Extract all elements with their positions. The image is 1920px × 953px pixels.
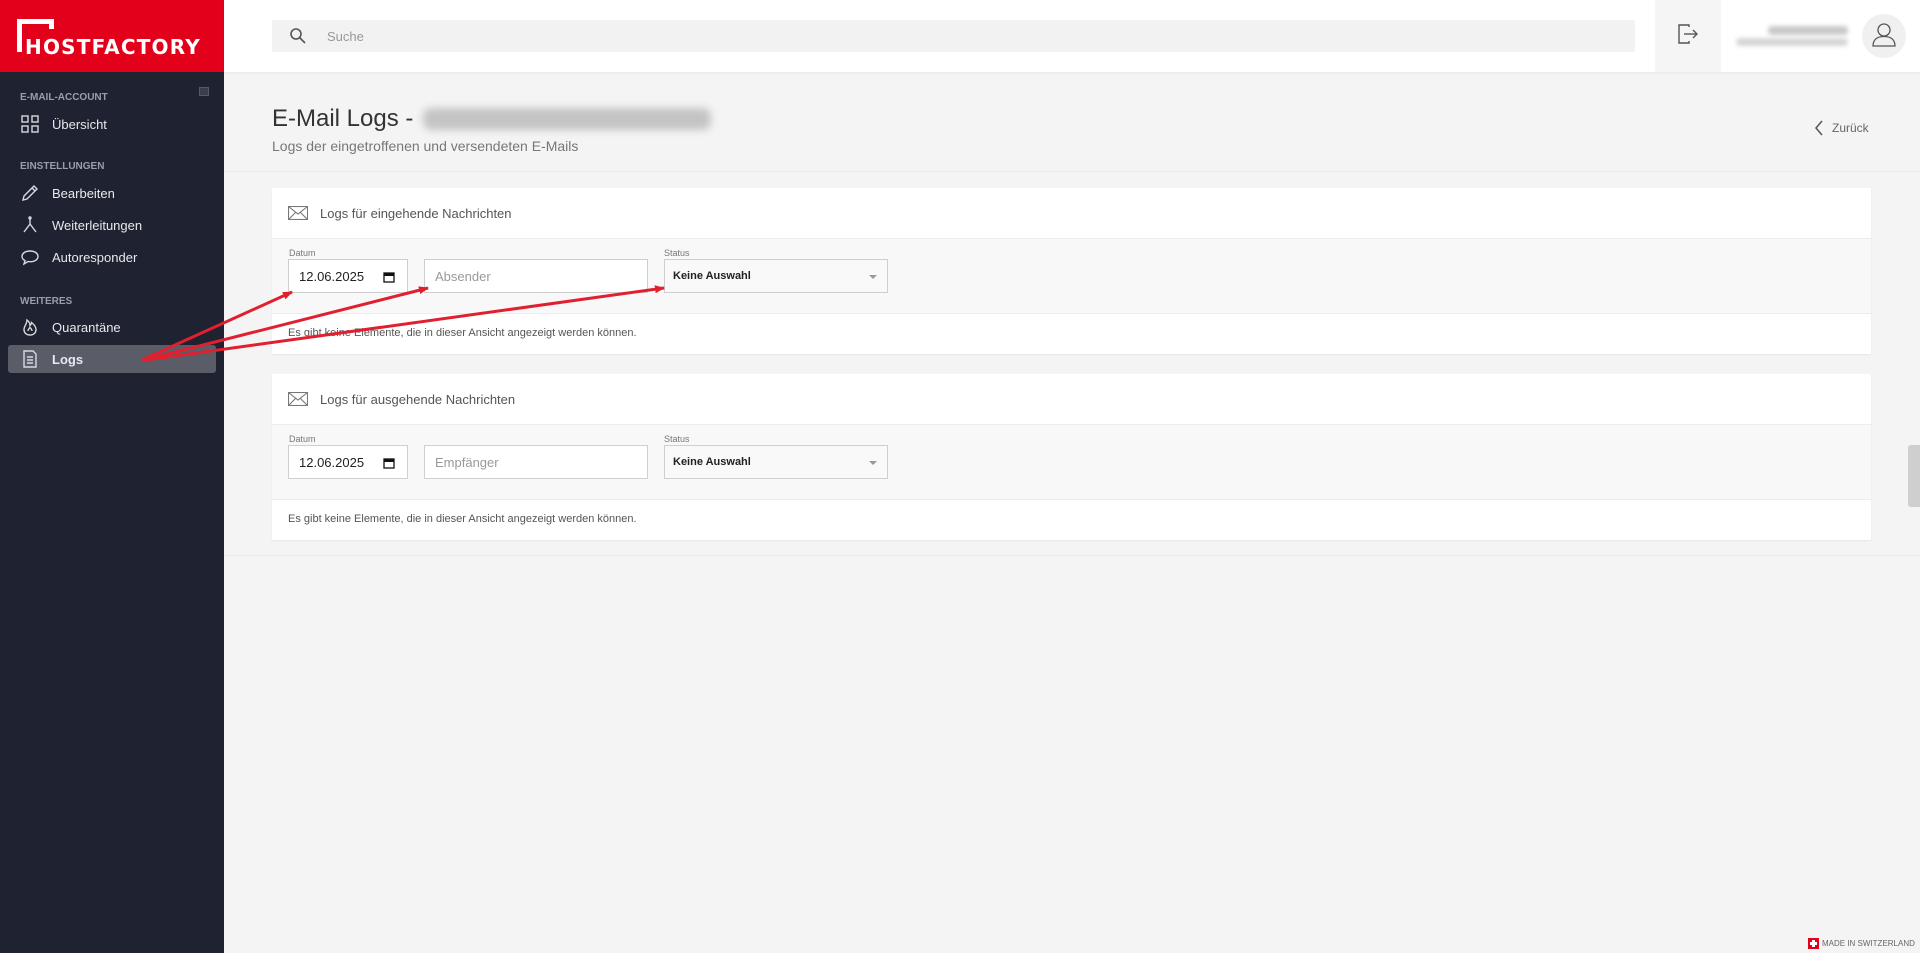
- back-link[interactable]: Zurück: [1814, 120, 1869, 136]
- sidebar-item-label: Autoresponder: [52, 249, 138, 265]
- sidebar-item-label: Bearbeiten: [52, 185, 115, 201]
- panel-title: Logs für ausgehende Nachrichten: [320, 391, 516, 407]
- date-value: 12.06.2025: [299, 268, 365, 284]
- date-label: Datum: [289, 434, 316, 444]
- feedback-tab[interactable]: [1908, 445, 1920, 507]
- status-value: Keine Auswahl: [673, 270, 751, 282]
- page-title-text: E-Mail Logs -: [272, 105, 414, 132]
- user-name-redacted: [1768, 26, 1848, 35]
- panel-title: Logs für eingehende Nachrichten: [320, 205, 512, 221]
- sidebar-collapse-icon[interactable]: [199, 87, 209, 96]
- made-in-switzerland: MADE IN SWITZERLAND: [1808, 938, 1915, 949]
- sidebar-item-label: Quarantäne: [52, 319, 121, 335]
- sidebar: HOSTFACTORY E-MAIL-ACCOUNT Übersicht EIN…: [0, 0, 224, 953]
- status-label: Status: [664, 248, 690, 258]
- logout-button[interactable]: [1655, 0, 1721, 72]
- hostfactory-logo[interactable]: HOSTFACTORY: [0, 0, 224, 72]
- grid-icon: [20, 114, 40, 134]
- sidebar-item-label: Logs: [52, 351, 84, 367]
- sidebar-item-quarantaene[interactable]: Quarantäne: [8, 313, 216, 341]
- incoming-logs-panel: Logs für eingehende Nachrichten Datum 12…: [272, 188, 1871, 354]
- panel-header: Logs für ausgehende Nachrichten: [272, 374, 1871, 425]
- filter-bar: Datum 12.06.2025 Status Keine Auswahl: [272, 425, 1871, 500]
- speech-bubble-icon: [20, 247, 40, 267]
- made-in-label: MADE IN SWITZERLAND: [1822, 939, 1915, 948]
- sidebar-item-bearbeiten[interactable]: Bearbeiten: [8, 179, 216, 207]
- sidebar-item-label: Weiterleitungen: [52, 217, 143, 233]
- topbar: [224, 0, 1920, 72]
- logo-text: HOSTFACTORY: [25, 35, 201, 59]
- sidebar-item-weiterleitungen[interactable]: Weiterleitungen: [8, 211, 216, 239]
- document-icon: [20, 349, 40, 369]
- sidebar-item-logs[interactable]: Logs: [8, 345, 216, 373]
- section-weiteres: WEITERES: [20, 296, 73, 307]
- envelope-icon: [288, 206, 308, 220]
- section-email-account: E-MAIL-ACCOUNT: [20, 92, 108, 103]
- sidebar-item-autoresponder[interactable]: Autoresponder: [8, 243, 216, 271]
- empty-message: Es gibt keine Elemente, die in dieser An…: [288, 513, 637, 525]
- calendar-icon[interactable]: [383, 457, 395, 472]
- status-label: Status: [664, 434, 690, 444]
- divider: [224, 555, 1920, 556]
- swiss-flag-icon: [1808, 938, 1819, 949]
- avatar[interactable]: [1862, 14, 1906, 58]
- date-picker[interactable]: 12.06.2025: [288, 445, 408, 479]
- date-value: 12.06.2025: [299, 454, 365, 470]
- flame-icon: [20, 317, 40, 337]
- search-input[interactable]: [327, 28, 1527, 44]
- filter-bar: Datum 12.06.2025 Status Keine Auswahl: [272, 239, 1871, 314]
- user-email-redacted: [1736, 38, 1848, 46]
- back-label: Zurück: [1832, 121, 1869, 135]
- status-value: Keine Auswahl: [673, 456, 751, 468]
- user-info-blurred[interactable]: [1734, 24, 1854, 48]
- user-icon: [1871, 21, 1897, 52]
- search-bar: [272, 20, 1635, 52]
- section-einstellungen: EINSTELLUNGEN: [20, 161, 105, 172]
- empty-message: Es gibt keine Elemente, die in dieser An…: [288, 327, 637, 339]
- chevron-down-icon: [869, 275, 877, 279]
- pencil-icon: [20, 183, 40, 203]
- page-title: E-Mail Logs -: [272, 105, 712, 133]
- outgoing-logs-panel: Logs für ausgehende Nachrichten Datum 12…: [272, 374, 1871, 540]
- status-select[interactable]: Keine Auswahl: [664, 445, 888, 479]
- envelope-icon: [288, 392, 308, 406]
- fork-icon: [20, 215, 40, 235]
- date-label: Datum: [289, 248, 316, 258]
- page-subtitle: Logs der eingetroffenen und versendeten …: [272, 138, 579, 154]
- chevron-down-icon: [869, 461, 877, 465]
- sender-input[interactable]: [424, 259, 648, 293]
- sidebar-item-uebersicht[interactable]: Übersicht: [8, 110, 216, 138]
- status-select[interactable]: Keine Auswahl: [664, 259, 888, 293]
- email-address-redacted: [423, 108, 712, 130]
- panel-header: Logs für eingehende Nachrichten: [272, 188, 1871, 239]
- sidebar-item-label: Übersicht: [52, 116, 107, 132]
- search-icon: [289, 27, 309, 45]
- date-picker[interactable]: 12.06.2025: [288, 259, 408, 293]
- chevron-left-icon: [1815, 120, 1823, 136]
- recipient-input[interactable]: [424, 445, 648, 479]
- calendar-icon[interactable]: [383, 271, 395, 286]
- divider: [224, 171, 1920, 172]
- logout-icon: [1677, 23, 1699, 49]
